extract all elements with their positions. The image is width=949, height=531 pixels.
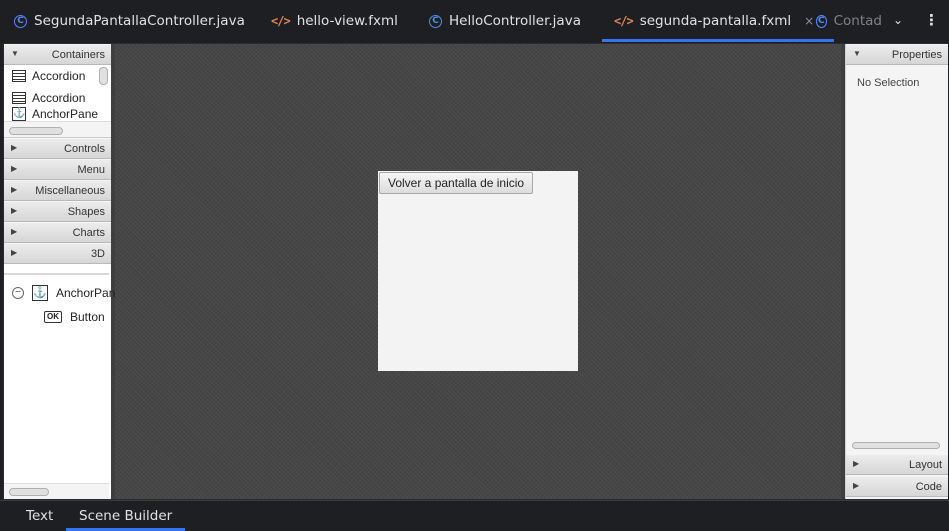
collapsed-arrow-icon: ▶ (11, 227, 18, 236)
horizontal-scrollbar[interactable] (852, 442, 940, 449)
item-label: Accordion (32, 91, 86, 105)
collapse-icon[interactable]: − (12, 287, 24, 299)
bottom-tab-bar: Text Scene Builder (0, 500, 949, 531)
collapsed-arrow-icon: ▶ (11, 143, 18, 152)
item-label: Accordion (32, 69, 86, 83)
section-label: Charts (72, 227, 105, 239)
library-section-charts[interactable]: ▶ Charts (4, 222, 111, 243)
library-section-3d[interactable]: ▶ 3D (4, 243, 111, 264)
tab-label: hello-view.fxml (296, 13, 398, 29)
tab-label: SegundaPantallaController.java (34, 13, 245, 29)
tab-segunda-pantalla-controller[interactable]: C SegundaPantallaController.java (14, 0, 245, 42)
tab-scene-builder[interactable]: Scene Builder (65, 505, 186, 531)
document-hierarchy: − ⚓ AnchorPane OK Button (4, 273, 122, 481)
inspector-section-properties[interactable]: ▼ Properties (846, 44, 948, 65)
hierarchy-scroll-track (4, 483, 109, 499)
tab-text[interactable]: Text (26, 505, 53, 527)
section-label: Layout (908, 459, 942, 471)
section-label: Code (915, 481, 942, 493)
java-class-icon: C (429, 14, 442, 28)
library-section-containers[interactable]: ▼ Containers (4, 44, 111, 65)
tab-contad[interactable]: C Contad (816, 0, 882, 42)
horizontal-scrollbar[interactable] (9, 488, 49, 496)
tab-label: segunda-pantalla.fxml (639, 13, 792, 29)
list-item[interactable]: Accordion (4, 65, 111, 87)
scene-builder-area: ▼ Containers Accordion Accordion ⚓ Ancho… (3, 43, 948, 500)
design-canvas[interactable]: Volver a pantalla de inicio (115, 44, 841, 499)
section-label: Containers (51, 49, 105, 61)
accordion-icon (12, 92, 26, 104)
vertical-scrollbar[interactable] (99, 67, 108, 85)
collapsed-arrow-icon: ▶ (11, 248, 18, 257)
containers-scroll-track (4, 122, 111, 138)
section-label: Controls (64, 143, 105, 155)
collapsed-arrow-icon: ▶ (11, 185, 18, 194)
button-icon: OK (44, 311, 62, 323)
item-label: AnchorPane (32, 107, 99, 121)
library-section-controls[interactable]: ▶ Controls (4, 138, 111, 159)
tab-label: HelloController.java (449, 13, 581, 29)
horizontal-scrollbar[interactable] (9, 127, 63, 135)
tab-label: Contad (833, 13, 882, 29)
collapsed-arrow-icon: ▶ (853, 459, 860, 468)
no-selection-text: No Selection (857, 77, 920, 89)
list-item[interactable]: ⚓ AnchorPane (4, 103, 111, 121)
fxml-file-icon: </> (614, 14, 634, 28)
java-class-icon: C (14, 14, 27, 28)
fxml-file-icon: </> (271, 14, 291, 28)
chevron-down-icon[interactable]: ⌄ (893, 13, 903, 27)
accordion-icon (12, 70, 26, 82)
tree-item-anchorpane[interactable]: − ⚓ AnchorPane (12, 284, 122, 302)
inspector-panel: ▼ Properties No Selection ▶ Layout ▶ Cod… (845, 44, 948, 499)
section-label: Miscellaneous (35, 185, 105, 197)
more-options-icon[interactable]: ⋮ (924, 11, 939, 29)
expanded-arrow-icon: ▼ (853, 49, 861, 58)
tab-segunda-pantalla-fxml[interactable]: </> segunda-pantalla.fxml × (601, 0, 835, 42)
collapsed-arrow-icon: ▶ (853, 481, 860, 490)
collapsed-arrow-icon: ▶ (11, 206, 18, 215)
section-label: 3D (90, 248, 105, 260)
collapsed-arrow-icon: ▶ (11, 164, 18, 173)
section-label: Shapes (67, 206, 105, 218)
tab-hello-view-fxml[interactable]: </> hello-view.fxml (271, 0, 398, 42)
editor-tab-bar: C SegundaPantallaController.java </> hel… (0, 0, 949, 42)
section-label: Properties (891, 49, 942, 61)
anchor-icon: ⚓ (32, 285, 48, 301)
anchor-icon: ⚓ (12, 107, 26, 121)
library-section-menu[interactable]: ▶ Menu (4, 159, 111, 180)
inspector-section-code[interactable]: ▶ Code (846, 476, 948, 497)
inspector-section-layout[interactable]: ▶ Layout (846, 454, 948, 475)
tree-item-button[interactable]: OK Button (44, 308, 105, 326)
library-panel: ▼ Containers Accordion Accordion ⚓ Ancho… (4, 44, 122, 499)
java-class-icon: C (816, 14, 827, 28)
library-section-miscellaneous[interactable]: ▶ Miscellaneous (4, 180, 111, 201)
expanded-arrow-icon: ▼ (11, 49, 19, 58)
section-label: Menu (77, 164, 105, 176)
tab-hello-controller[interactable]: C HelloController.java (429, 0, 581, 42)
anchor-pane-preview[interactable]: Volver a pantalla de inicio (378, 171, 578, 371)
containers-list: Accordion Accordion ⚓ AnchorPane (4, 65, 111, 122)
close-tab-icon[interactable]: × (804, 14, 814, 28)
tree-item-label: Button (70, 310, 105, 324)
back-to-home-button[interactable]: Volver a pantalla de inicio (379, 172, 534, 194)
tree-item-label: AnchorPane (56, 286, 123, 300)
library-section-shapes[interactable]: ▶ Shapes (4, 201, 111, 222)
